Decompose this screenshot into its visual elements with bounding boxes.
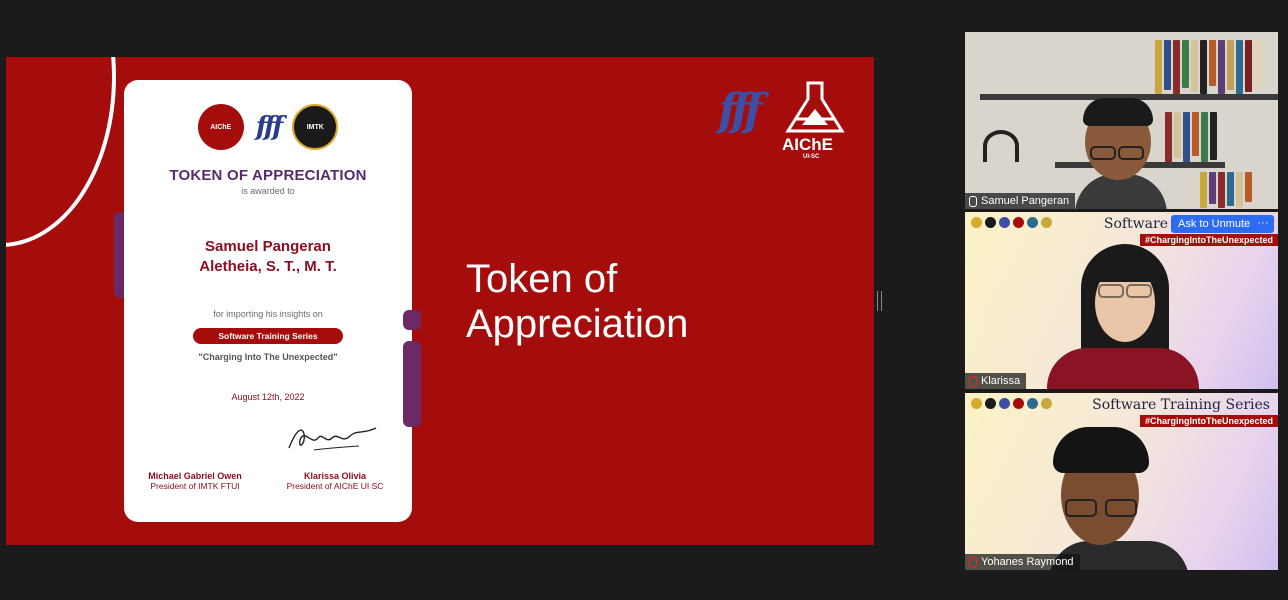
muted-microphone-icon	[969, 375, 977, 387]
video-tile-klarissa[interactable]: Software #ChargingIntoTheUnexpected Ask …	[965, 212, 1278, 389]
event-hashtag: #ChargingIntoTheUnexpected	[1139, 234, 1278, 246]
participant-name: Yohanes Raymond	[981, 556, 1074, 568]
bookshelf-books	[1165, 112, 1217, 162]
participant-name-tag: Yohanes Raymond	[965, 554, 1080, 570]
participant-name: Samuel Pangeran	[981, 195, 1070, 207]
person-hair	[1053, 427, 1149, 473]
aiche-brand-name: AIChE	[782, 135, 833, 154]
signatory-1-role: President of IMTK FTUI	[150, 481, 240, 491]
bookshelf-books	[1200, 172, 1252, 208]
aiche-brand-sub: UI-SC	[803, 154, 820, 160]
glasses-icon	[1118, 146, 1144, 160]
event-quote: "Charging Into The Unexpected"	[198, 352, 338, 362]
slide-title: Token of Appreciation	[466, 257, 688, 347]
brand-logos: fff AIChE UI-SC	[718, 81, 848, 171]
aiche-flask-icon	[785, 81, 845, 133]
panel-resize-handle[interactable]	[877, 291, 882, 311]
certificate-card: AIChE fff IMTK TOKEN OF APPRECIATION is …	[124, 80, 412, 522]
certificate-tab-right	[403, 341, 421, 427]
person-body	[1047, 348, 1199, 389]
signatory-2-name: Klarissa Olivia	[303, 471, 367, 481]
slide-title-line2: Appreciation	[466, 302, 689, 346]
glasses-icon	[1126, 284, 1152, 298]
slide-title-line1: Token of	[466, 257, 618, 301]
sponsor-logos	[971, 215, 1071, 229]
participant-name: Klarissa	[981, 375, 1021, 387]
more-options-button[interactable]: ···	[1252, 215, 1274, 233]
certificate-reason: for importing his insights on	[213, 309, 323, 319]
event-pill: Software Training Series	[193, 328, 343, 344]
event-hashtag: #ChargingIntoTheUnexpected	[1139, 415, 1278, 427]
certificate-title: TOKEN OF APPRECIATION	[169, 167, 367, 184]
glasses-icon	[1065, 499, 1097, 517]
person-hair	[1083, 98, 1153, 126]
video-tile-yohanes[interactable]: Software Training Series #ChargingIntoTh…	[965, 393, 1278, 570]
aiche-logo: AIChE	[197, 104, 244, 150]
microphone-icon	[969, 195, 977, 207]
participant-name-tag: Samuel Pangeran	[965, 193, 1076, 209]
imtk-logo: IMTK	[292, 104, 339, 150]
person-bangs	[1093, 256, 1157, 282]
video-tile-samuel[interactable]: Samuel Pangeran	[965, 32, 1278, 209]
muted-microphone-icon	[969, 556, 977, 568]
certificate-date: August 12th, 2022	[231, 392, 305, 402]
glasses-icon	[1098, 284, 1124, 298]
recipient-degree: Aletheia, S. T., M. T.	[199, 258, 337, 275]
shared-screen: AIChE fff IMTK TOKEN OF APPRECIATION is …	[6, 57, 874, 545]
sponsor-logos	[971, 396, 1071, 410]
signatory-1-name: Michael Gabriel Owen	[148, 471, 242, 481]
glasses-icon	[1105, 499, 1137, 517]
bookshelf-books	[1155, 40, 1261, 94]
participant-name-tag: Klarissa	[965, 373, 1027, 389]
recipient-name: Samuel Pangeran	[205, 238, 331, 255]
fff-brand-logo: fff	[718, 85, 763, 136]
banner-title: Software Training Series	[1092, 397, 1270, 413]
certificate-logos: AIChE fff IMTK	[124, 104, 412, 150]
banner-title: Software	[1103, 216, 1168, 232]
signatory-2-role: President of AIChE UI SC	[286, 481, 384, 491]
signature-image	[288, 427, 377, 451]
decorative-arc	[6, 57, 116, 247]
fff-logo: fff	[255, 112, 284, 142]
certificate-tab-right-small	[403, 310, 421, 330]
headphones-icon	[983, 130, 1019, 162]
certificate-subtitle: is awarded to	[241, 186, 295, 196]
glasses-icon	[1090, 146, 1116, 160]
ask-to-unmute-button[interactable]: Ask to Unmute	[1171, 215, 1258, 233]
